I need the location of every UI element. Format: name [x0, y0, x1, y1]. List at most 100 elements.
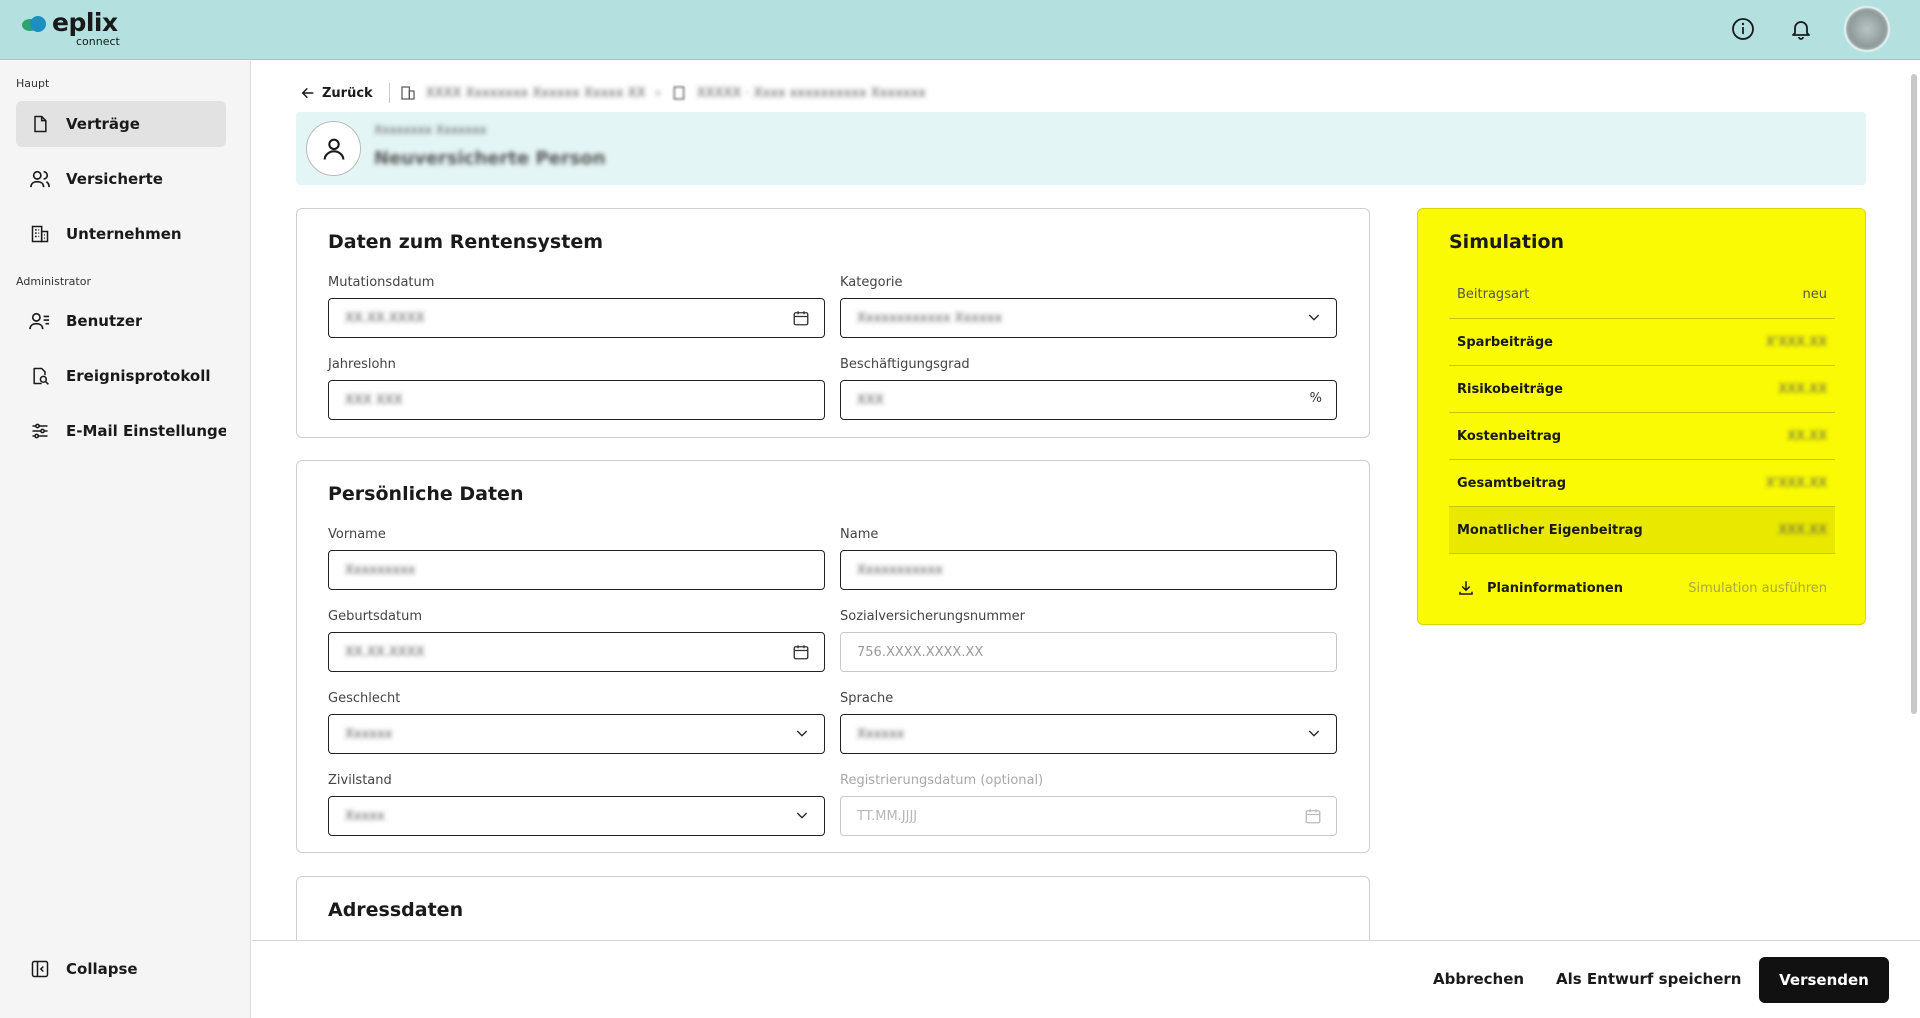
collapse-button[interactable]: Collapse	[16, 946, 226, 992]
log-search-icon	[28, 364, 52, 388]
sidebar-section-main: Haupt	[16, 77, 50, 90]
table-row: Gesamtbeitrag X'XXX.XX	[1449, 460, 1835, 507]
scrollbar[interactable]	[1911, 74, 1917, 714]
table-row: Monatlicher Eigenbeitrag XXX.XX	[1449, 507, 1835, 554]
vorname-input[interactable]: Xxxxxxxxx	[328, 550, 825, 590]
card-rentensystem: Daten zum Rentensystem Mutationsdatum XX…	[296, 208, 1370, 438]
beschaeftigungsgrad-label: Beschäftigungsgrad	[840, 357, 970, 372]
sidebar-item-ereignisprotokoll[interactable]: Ereignisprotokoll	[16, 353, 226, 399]
breadcrumb-contract[interactable]: XXXXX · Xxxx xxxxxxxxxx Xxxxxxx	[697, 86, 926, 101]
zivilstand-label: Zivilstand	[328, 773, 392, 788]
planinformationen-link[interactable]: Planinformationen	[1457, 579, 1623, 597]
registrierungsdatum-placeholder: TT.MM.JJJJ	[857, 808, 918, 824]
logo-mark-icon	[22, 15, 48, 35]
beitragsart-value: neu	[1802, 287, 1827, 302]
beitragsart-label: Beitragsart	[1457, 287, 1530, 302]
jahreslohn-label: Jahreslohn	[328, 357, 396, 372]
kategorie-select[interactable]: Xxxxxxxxxxxx Xxxxxx	[840, 298, 1337, 338]
user-admin-icon	[28, 309, 52, 333]
beschaeftigungsgrad-input[interactable]: XXX %	[840, 380, 1337, 420]
banner-subtitle: Xxxxxxxx Xxxxxxx	[374, 123, 487, 137]
eplix-logo[interactable]: eplix connect	[22, 10, 120, 47]
info-icon[interactable]	[1728, 14, 1758, 44]
mutationsdatum-value: XX.XX.XXXX	[345, 310, 425, 326]
calendar-icon	[1304, 807, 1322, 825]
vorname-value: Xxxxxxxxx	[345, 562, 416, 578]
building-icon	[400, 85, 416, 101]
document-icon	[28, 112, 52, 136]
zivilstand-select[interactable]: Xxxxx	[328, 796, 825, 836]
sliders-icon	[28, 419, 52, 443]
users-icon	[28, 167, 52, 191]
name-value: Xxxxxxxxxxx	[857, 562, 943, 578]
svnr-placeholder: 756.XXXX.XXXX.XX	[857, 644, 984, 660]
geburtsdatum-input[interactable]: XX.XX.XXXX	[328, 632, 825, 672]
simulation-title: Simulation	[1449, 231, 1565, 253]
planinformationen-label: Planinformationen	[1487, 580, 1623, 596]
sidebar-item-label: Versicherte	[66, 170, 163, 188]
card-title: Adressdaten	[328, 899, 464, 921]
kategorie-value: Xxxxxxxxxxxx Xxxxxx	[857, 310, 1003, 326]
save-draft-button[interactable]: Als Entwurf speichern	[1556, 970, 1741, 988]
chevron-down-icon	[1306, 309, 1322, 325]
send-button[interactable]: Versenden	[1759, 957, 1889, 1003]
beschaeftigungsgrad-value: XXX	[857, 392, 884, 408]
user-avatar[interactable]	[1844, 6, 1890, 52]
arrow-left-icon	[301, 87, 314, 99]
download-icon	[1459, 581, 1473, 595]
sidebar-item-email-einstellungen[interactable]: E-Mail Einstellungen	[16, 408, 226, 454]
sidebar-item-benutzer[interactable]: Benutzer	[16, 298, 226, 344]
main-content: Zurück XXXX Xxxxxxxx Xxxxxx Xxxxx XX › X…	[252, 61, 1908, 941]
sidebar-item-versicherte[interactable]: Versicherte	[16, 156, 226, 202]
contract-icon	[671, 85, 687, 101]
jahreslohn-value: XXX XXX	[345, 392, 403, 408]
breadcrumb-company[interactable]: XXXX Xxxxxxxx Xxxxxx Xxxxx XX	[426, 86, 646, 101]
calendar-icon[interactable]	[792, 643, 810, 661]
card-persoenliche-daten: Persönliche Daten Vorname Xxxxxxxxx Name…	[296, 460, 1370, 853]
building-icon	[28, 222, 52, 246]
mutationsdatum-input[interactable]: XX.XX.XXXX	[328, 298, 825, 338]
registrierungsdatum-label: Registrierungsdatum (optional)	[840, 773, 1044, 788]
person-icon	[306, 121, 361, 176]
sidebar: Haupt Verträge Versicherte Unternehmen A…	[0, 61, 251, 1018]
card-adressdaten: Adressdaten	[296, 876, 1370, 941]
table-row: Sparbeiträge X'XXX.XX	[1449, 319, 1835, 366]
chevron-down-icon	[1306, 725, 1322, 741]
vorname-label: Vorname	[328, 527, 386, 542]
svnr-label: Sozialversicherungsnummer	[840, 609, 1026, 624]
breadcrumb: Zurück XXXX Xxxxxxxx Xxxxxx Xxxxx XX › X…	[300, 83, 926, 103]
geschlecht-label: Geschlecht	[328, 691, 401, 706]
sprache-select[interactable]: Xxxxxx	[840, 714, 1337, 754]
registrierungsdatum-input: TT.MM.JJJJ	[840, 796, 1337, 836]
geschlecht-select[interactable]: Xxxxxx	[328, 714, 825, 754]
card-title: Daten zum Rentensystem	[328, 231, 604, 253]
simulation-run-button[interactable]: Simulation ausführen	[1688, 581, 1827, 596]
collapse-label: Collapse	[66, 960, 138, 978]
name-input[interactable]: Xxxxxxxxxxx	[840, 550, 1337, 590]
simulation-panel: Simulation Beitragsart neu Sparbeiträge …	[1417, 208, 1866, 625]
table-row: Kostenbeitrag XX.XX	[1449, 413, 1835, 460]
simulation-table: Beitragsart neu Sparbeiträge X'XXX.XX Ri…	[1449, 271, 1835, 554]
sidebar-item-label: Verträge	[66, 115, 140, 133]
logo-name: eplix	[52, 8, 118, 37]
sidebar-item-label: Ereignisprotokoll	[66, 367, 211, 385]
jahreslohn-input[interactable]: XXX XXX	[328, 380, 825, 420]
cancel-button[interactable]: Abbrechen	[1433, 970, 1524, 988]
geburtsdatum-value: XX.XX.XXXX	[345, 644, 425, 660]
sidebar-item-vertraege[interactable]: Verträge	[16, 101, 226, 147]
svnr-input[interactable]: 756.XXXX.XXXX.XX	[840, 632, 1337, 672]
top-bar: eplix connect	[0, 0, 1920, 60]
calendar-icon[interactable]	[792, 309, 810, 327]
back-label: Zurück	[322, 85, 373, 101]
percent-suffix: %	[1309, 391, 1322, 406]
name-label: Name	[840, 527, 879, 542]
person-banner: Xxxxxxxx Xxxxxxx Neuversicherte Person	[296, 112, 1866, 185]
sprache-value: Xxxxxx	[857, 726, 905, 742]
bell-icon[interactable]	[1786, 14, 1816, 44]
table-row: Risikobeiträge XXX.XX	[1449, 366, 1835, 413]
back-link[interactable]: Zurück	[300, 85, 373, 101]
zivilstand-value: Xxxxx	[345, 808, 385, 824]
sidebar-item-unternehmen[interactable]: Unternehmen	[16, 211, 226, 257]
kategorie-label: Kategorie	[840, 275, 903, 290]
geburtsdatum-label: Geburtsdatum	[328, 609, 422, 624]
